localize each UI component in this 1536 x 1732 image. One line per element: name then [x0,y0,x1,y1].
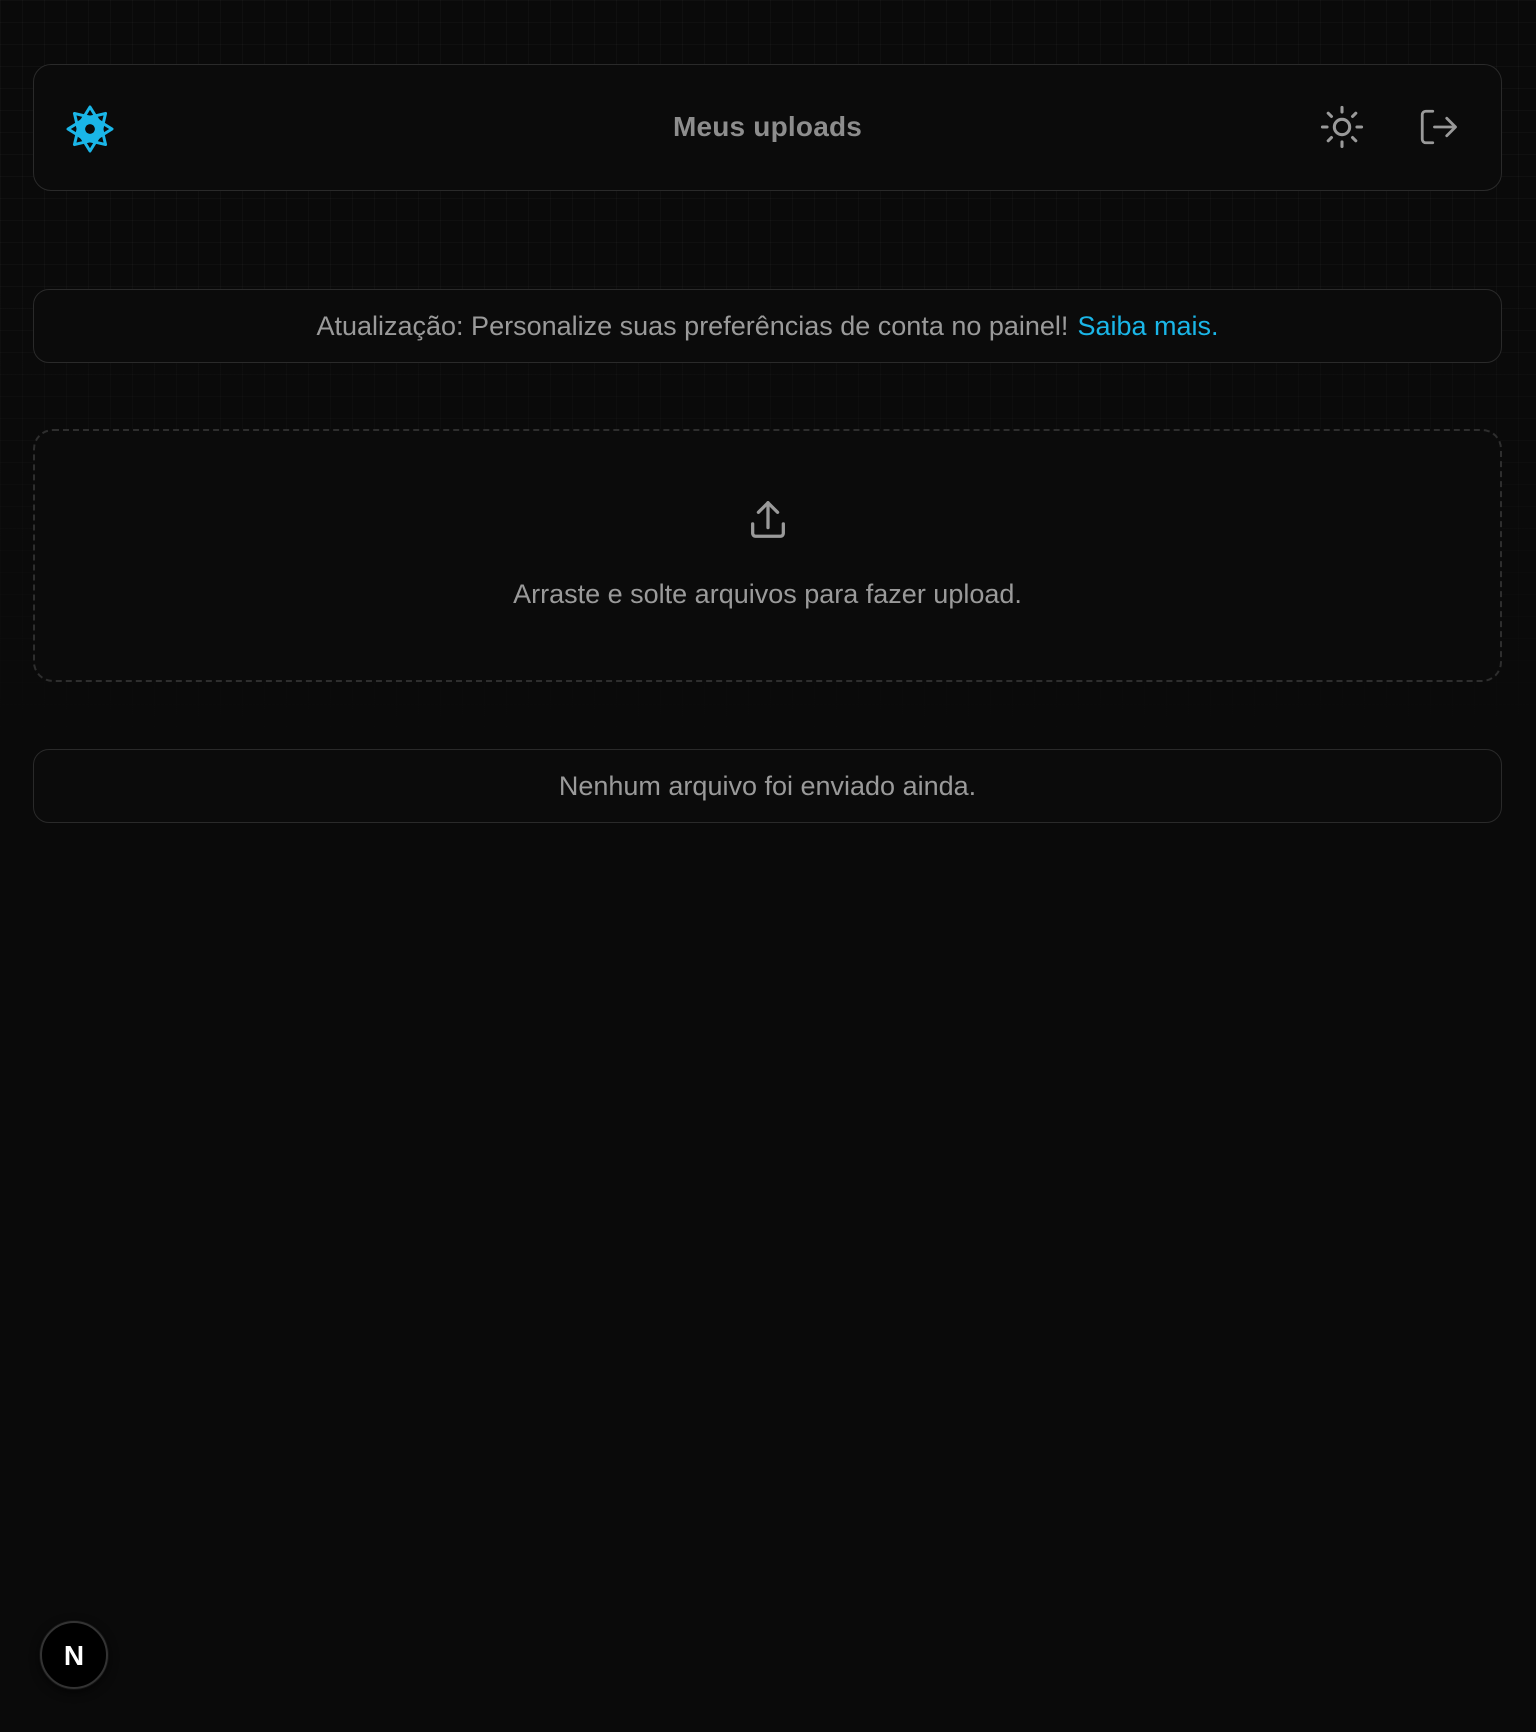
file-list-empty-state: Nenhum arquivo foi enviado ainda. [33,749,1502,823]
file-dropzone[interactable]: Arraste e solte arquivos para fazer uplo… [33,429,1502,682]
theme-toggle-button[interactable] [1318,103,1366,151]
page-title: Meus uploads [672,111,863,142]
dropzone-text: Arraste e solte arquivos para fazer uplo… [513,579,1022,609]
dev-badge-label: N [64,1640,84,1670]
upload-icon [751,501,785,538]
learn-more-link[interactable]: Saiba mais. [1077,311,1218,342]
dev-tools-badge[interactable]: N [40,1621,108,1689]
logout-icon [1420,109,1457,145]
announcement-banner: Atualização: Personalize suas preferênci… [33,289,1502,363]
banner-text: Atualização: Personalize suas preferênci… [316,310,1069,341]
nextjs-logo-icon: N [64,1640,84,1670]
top-bar: Meus uploads [33,64,1502,191]
sun-icon [1320,105,1364,149]
empty-state-text: Nenhum arquivo foi enviado ainda. [558,770,977,801]
logout-button[interactable] [1414,103,1462,151]
